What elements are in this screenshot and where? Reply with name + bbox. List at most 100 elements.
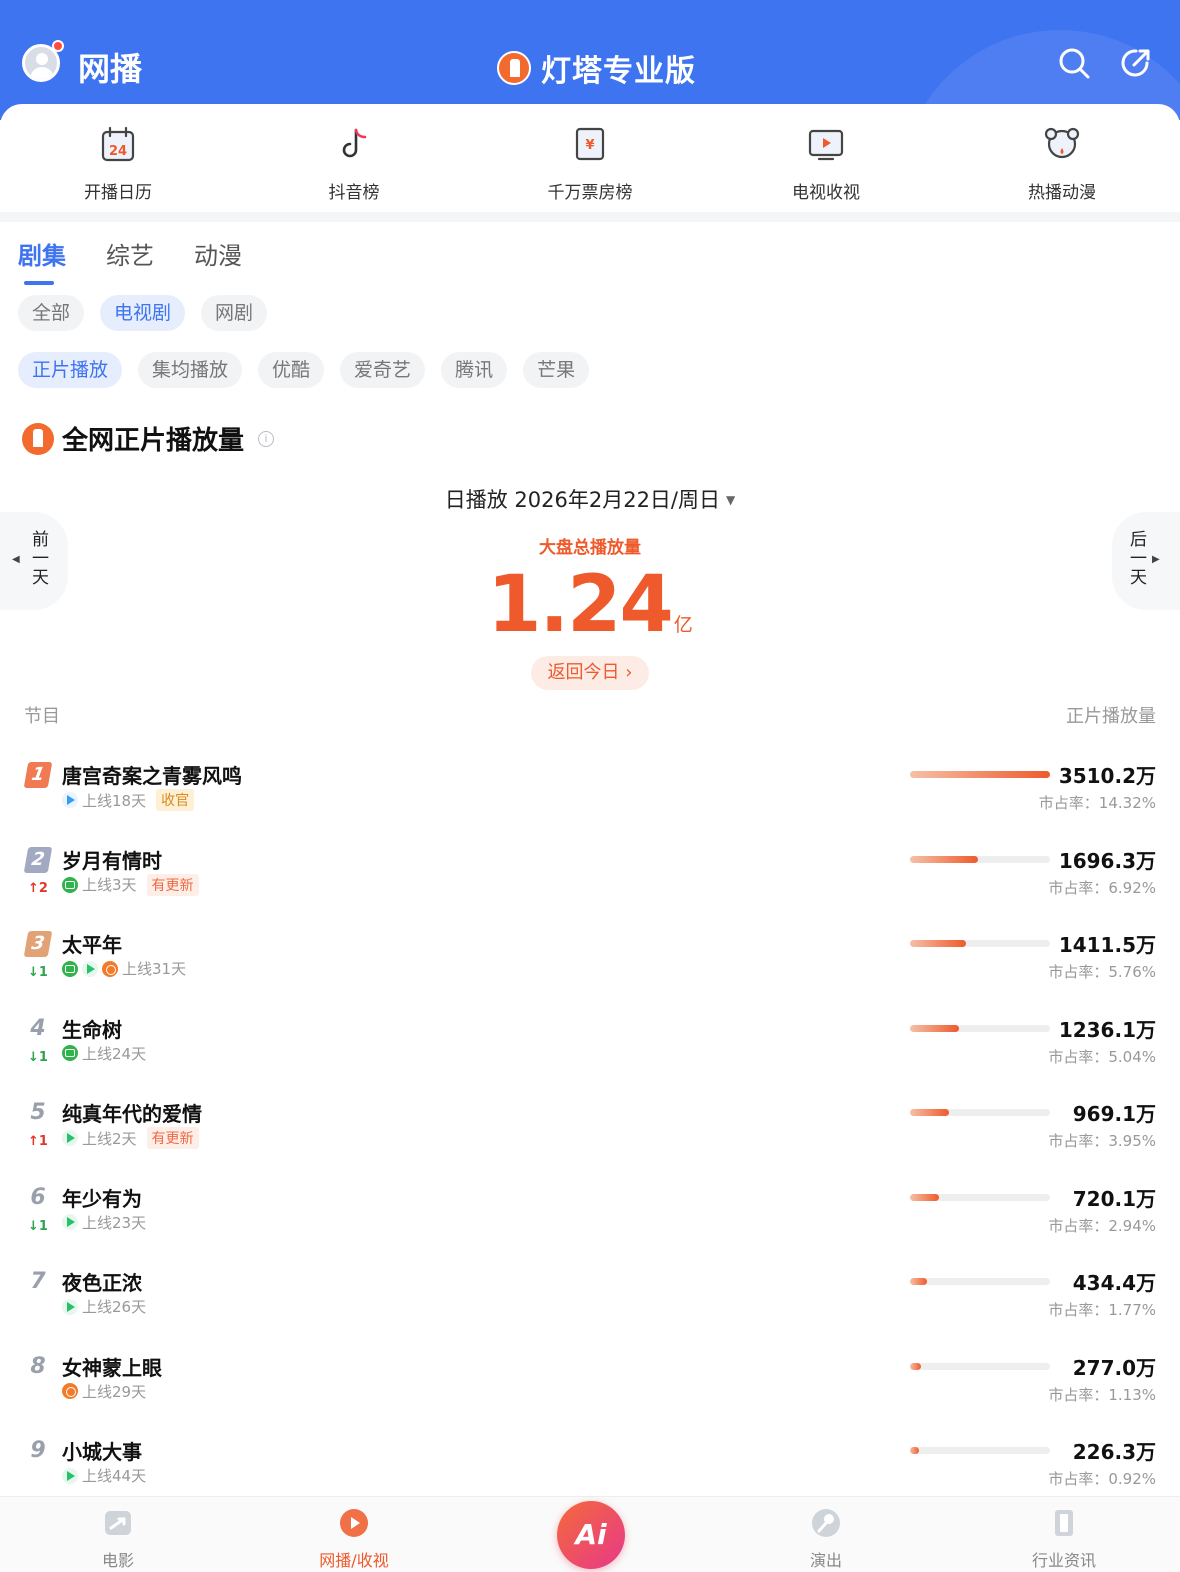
bottom-nav-label: 演出 [809,1551,842,1570]
filter-web-series[interactable]: 网剧 [201,295,268,331]
program-title: 生命树 [62,1017,122,1042]
youku-platform-icon [62,1467,78,1484]
rank-number: 6 [30,1184,46,1210]
rank-row[interactable]: 6 ↓1 年少有为 上线23天 720.1万 市占率：2.94% [0,1175,1180,1260]
program-meta: 上线2天 有更新 [62,1127,199,1149]
online-days: 上线23天 [82,1213,147,1232]
rank-row[interactable]: 1 唐宫奇案之青雾风鸣 上线18天 收官 3510.2万 市占率：14.32% [0,752,1180,837]
rank-row[interactable]: 4 ↓1 生命树上线24天 1236.1万市占率：5.04% [0,1006,1180,1091]
share-bar [910,1278,1050,1285]
tab-variety[interactable]: 综艺 [106,236,154,285]
filter-iqiyi[interactable]: 爱奇艺 [340,352,426,388]
rank-number: 7 [30,1269,46,1294]
market-share: 市占率：5.04% [1048,1047,1156,1066]
search-icon[interactable] [1057,46,1091,80]
tiktok-icon [342,128,367,158]
youku-platform-icon [62,1298,78,1315]
bottom-nav-movie[interactable]: 电影 [58,1507,178,1571]
column-header-program: 节目 [24,706,60,727]
rank-change: ↓1 [28,1218,48,1234]
quick-nav-calendar[interactable]: 24 开播日历 [0,104,236,216]
section-header: 全网正片播放量 i [22,420,275,457]
filter-main-play[interactable]: 正片播放 [18,352,123,388]
youku-platform-icon [62,1130,78,1146]
rank-change: ↓1 [28,965,48,980]
tab-series[interactable]: 剧集 [18,236,66,285]
quick-nav-anime[interactable]: 热播动漫 [944,104,1180,216]
bottom-nav: 电影 网播/收视 Ai 演出 行业资讯 [0,1496,1180,1572]
filter-youku[interactable]: 优酷 [258,352,325,388]
bottom-nav-label: 行业资讯 [1031,1551,1096,1570]
market-share: 市占率：2.94% [1048,1216,1156,1235]
online-days: 上线2天 [82,1129,137,1148]
calendar-icon: 24 [101,126,135,162]
rank-row[interactable]: 5 ↑1 纯真年代的爱情 上线2天 有更新 969.1万 市占率：3.95% [0,1090,1180,1175]
calendar-day: 24 [109,144,127,159]
ai-assistant-button[interactable]: Ai [557,1501,625,1569]
share-bar-fill [910,771,1050,778]
play-count: 277.0万 [1072,1355,1156,1380]
date-selector[interactable]: 日播放 2026年2月22日/周日 ▼ [0,484,1180,514]
rank-change: ↓1 [28,1049,48,1065]
share-bar-fill [910,855,978,863]
ticket-icon: ¥ [575,127,605,161]
filter-tencent[interactable]: 腾讯 [441,352,508,388]
rank-number: 4 [30,1015,46,1041]
filter-mango[interactable]: 芒果 [523,352,590,388]
program-title: 岁月有情时 [62,848,162,873]
play-count: 969.1万 [1072,1102,1156,1126]
category-tabs: 剧集 综艺 动漫 [18,236,242,285]
online-days: 上线24天 [82,1044,147,1063]
online-days: 上线18天 [82,791,147,810]
tencent-platform-icon [62,792,78,808]
bottom-nav-streaming[interactable]: 网播/收视 [294,1507,414,1571]
play-count: 1236.1万 [1058,1017,1156,1042]
status-badge: 有更新 [146,1127,199,1149]
program-title: 纯真年代的爱情 [62,1102,202,1126]
play-count: 720.1万 [1072,1186,1156,1211]
mango-platform-icon [62,1383,78,1399]
info-icon[interactable]: i [258,430,275,447]
program-meta: 上线24天 [62,1043,146,1064]
iqiyi-platform-icon [62,876,78,893]
rank-change: ↑1 [28,1134,48,1149]
program-meta: 上线23天 [62,1212,146,1233]
quick-nav-douyin[interactable]: 抖音榜 [236,104,472,216]
news-icon [1055,1510,1073,1536]
quick-nav-tv-ratings[interactable]: 电视收视 [708,104,944,216]
tab-anime[interactable]: 动漫 [194,236,242,285]
filter-all[interactable]: 全部 [18,295,85,331]
quick-nav-boxoffice[interactable]: ¥ 千万票房榜 [472,104,708,216]
filter-tv-series[interactable]: 电视剧 [100,295,186,331]
play-icon [340,1509,368,1537]
quick-nav-label: 热播动漫 [1028,183,1096,203]
rank-row[interactable]: 8 女神蒙上眼 上线29天 277.0万 市占率：1.13% [0,1344,1180,1429]
program-title: 唐宫奇案之青雾风鸣 [62,764,242,788]
rank-number: 3 [23,931,53,957]
back-today-button[interactable]: 返回今日 › [531,656,649,690]
brand-name: 灯塔专业版 [541,54,696,89]
iqiyi-platform-icon [62,960,78,977]
share-icon[interactable] [1119,46,1153,80]
lighthouse-logo-icon [22,422,54,455]
caret-down-icon: ▼ [726,493,736,507]
rank-row[interactable]: 3 ↓1 太平年 上线31天 1411.5万 市占率：5.76% [0,921,1180,1006]
rank-row[interactable]: 7 夜色正浓 上线26天 434.4万 市占率：1.77% [0,1259,1180,1344]
date-label: 日播放 2026年2月22日/周日 [444,488,721,512]
bottom-nav-performance[interactable]: 演出 [766,1507,886,1571]
share-bar [910,1193,1050,1201]
total-value: 1.24 亿 [0,560,1180,650]
filter-avg-episode[interactable]: 集均播放 [138,352,243,388]
mic-icon [812,1509,840,1537]
bottom-nav-news[interactable]: 行业资讯 [1004,1507,1124,1571]
rank-row[interactable]: 2 ↑2 岁月有情时 上线3天 有更新 1696.3万 市占率：6.92% [0,837,1180,922]
online-days: 上线31天 [122,960,187,978]
app-header: 网播 灯塔专业版 [0,0,1180,120]
share-bar [910,855,1050,863]
rank-number: 1 [23,762,53,788]
market-share: 市占率：14.32% [1038,794,1156,812]
anime-icon [1044,127,1080,159]
program-meta: 上线3天 有更新 [62,873,199,896]
online-days: 上线26天 [82,1298,147,1316]
program-title: 夜色正浓 [62,1271,142,1295]
